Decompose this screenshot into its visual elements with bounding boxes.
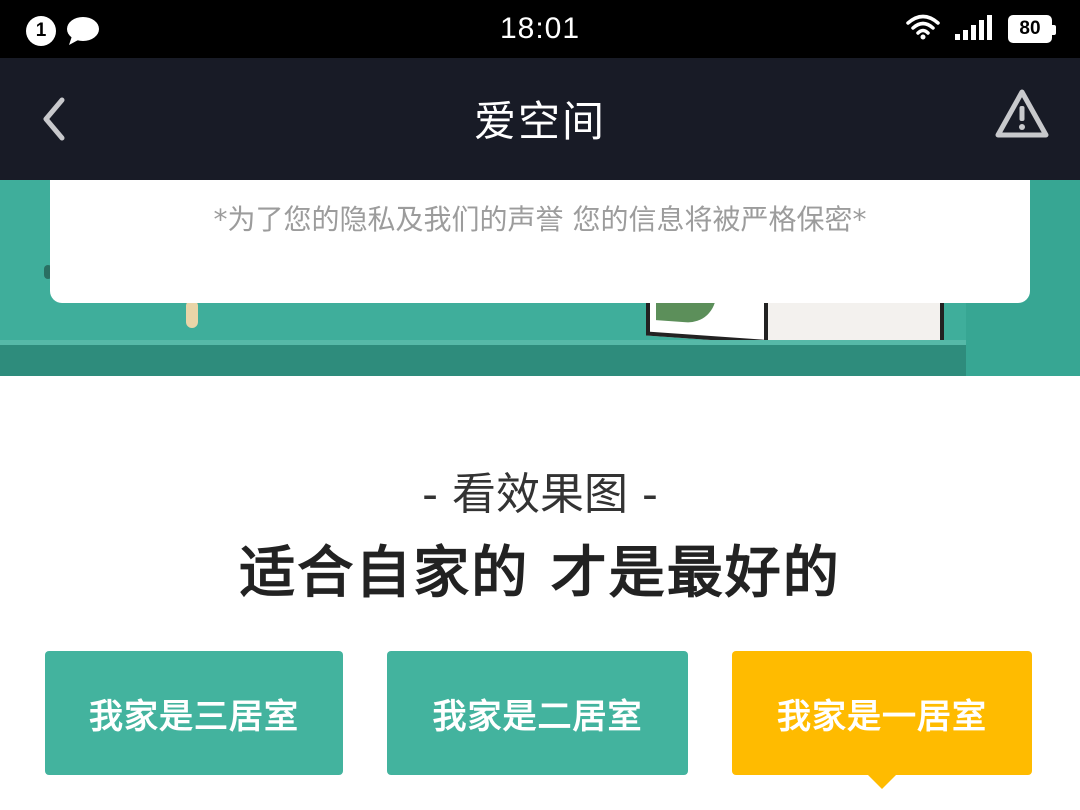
one-bedroom-button[interactable]: 我家是一居室 [732,651,1032,789]
room-button-label: 我家是一居室 [777,696,987,737]
nav-bar: 爱空间 [0,58,1080,180]
warning-icon [995,89,1049,138]
status-bar: 1 18:01 80 [0,0,1080,58]
battery-level: 80 [1019,18,1041,39]
section-subtitle: - 看效果图 - [422,469,658,520]
privacy-card: *为了您的隐私及我们的声誉 您的信息将被严格保密* [50,180,1030,303]
status-right: 80 [906,14,1056,44]
page-title: 爱空间 [473,97,606,146]
room-button-label: 我家是二居室 [432,696,643,737]
two-bedroom-button[interactable]: 我家是二居室 [387,651,688,775]
battery-icon: 80 [1008,15,1056,43]
section-title: 适合自家的 才是最好的 [239,541,841,606]
banner-shelf [0,345,966,376]
banner-stool-leg [186,300,198,328]
three-bedroom-button[interactable]: 我家是三居室 [45,651,343,775]
wifi-icon [906,14,940,44]
privacy-note: *为了您的隐私及我们的声誉 您的信息将被严格保密* [213,203,867,236]
report-button[interactable] [994,88,1050,140]
room-button-label: 我家是三居室 [89,696,299,737]
signal-icon [954,14,994,44]
active-indicator-arrow [866,773,898,789]
